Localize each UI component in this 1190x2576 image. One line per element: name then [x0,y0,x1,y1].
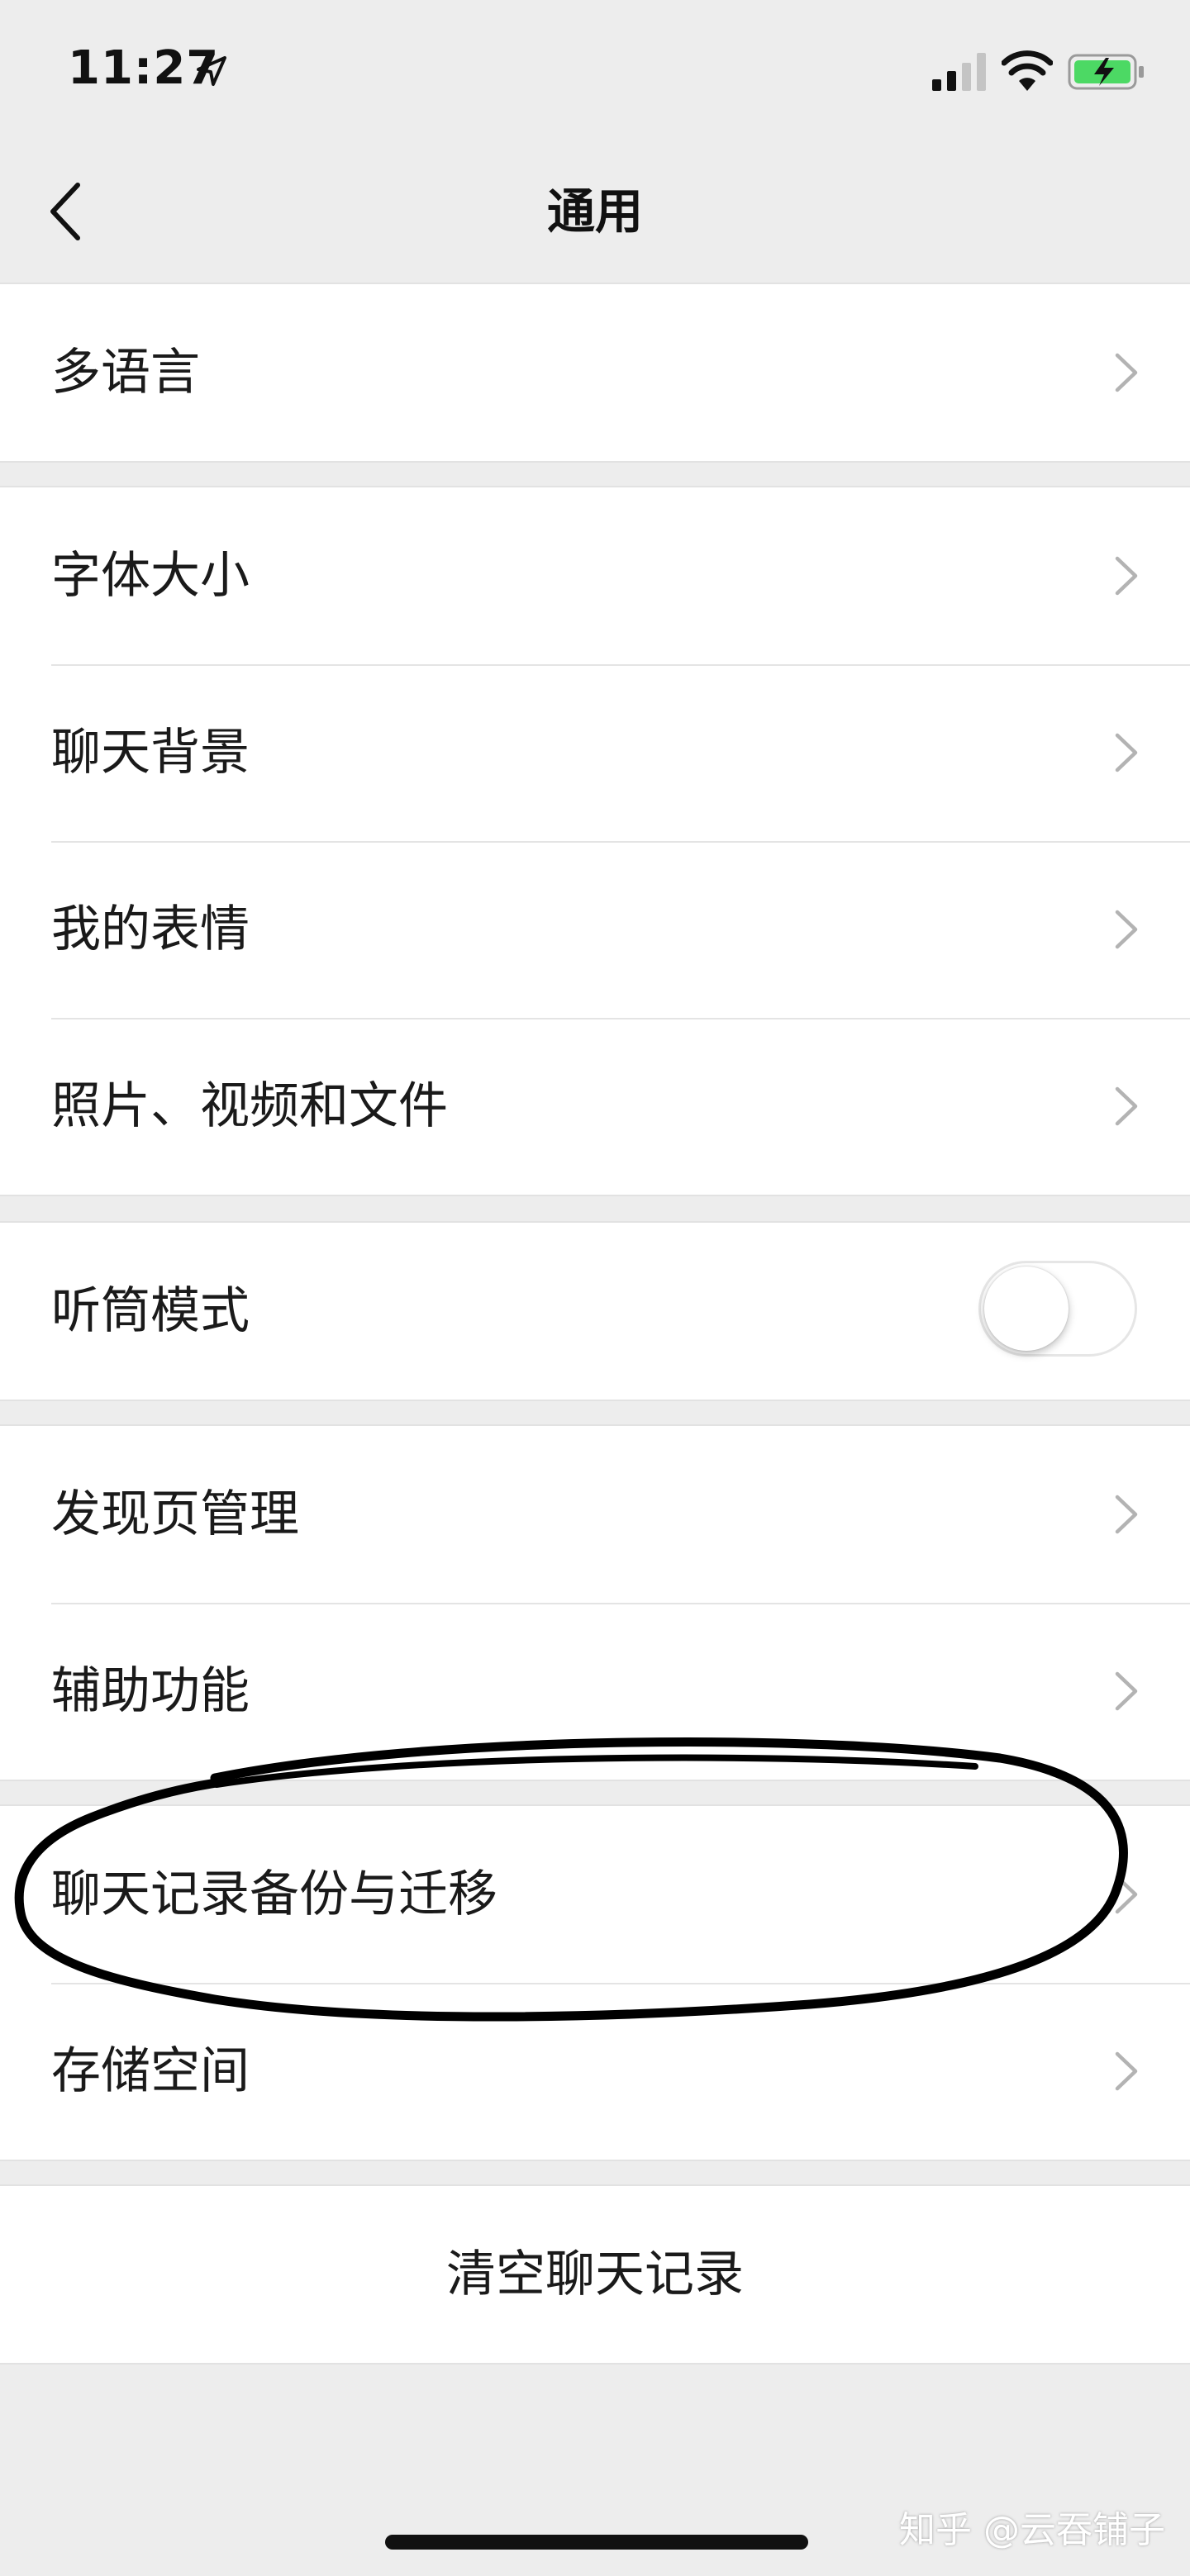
clear-chat-history-button[interactable]: 清空聊天记录 [0,2186,1190,2363]
settings-item-chat-background[interactable]: 聊天背景 [0,664,1190,841]
page-title: 通用 [546,183,643,240]
chevron-right-icon [1115,353,1138,392]
chevron-right-icon [1115,556,1138,596]
settings-item-discover-management[interactable]: 发现页管理 [0,1426,1190,1603]
settings-item-photos-videos-files[interactable]: 照片、视频和文件 [0,1018,1190,1195]
settings-item-my-stickers[interactable]: 我的表情 [0,841,1190,1018]
settings-item-label: 聊天记录备份与迁移 [51,1865,497,1923]
settings-item-label: 辅助功能 [51,1662,250,1720]
chevron-right-icon [1115,1495,1138,1534]
settings-group-earpiece: 听筒模式 [0,1221,1190,1401]
settings-item-label: 字体大小 [51,547,250,605]
settings-item-label: 我的表情 [51,901,250,958]
settings-group-discover: 发现页管理 辅助功能 [0,1424,1190,1781]
settings-item-label: 存储空间 [51,2042,250,2100]
settings-item-language[interactable]: 多语言 [0,284,1190,461]
nav-bar: 通用 [0,140,1190,283]
settings-item-accessibility[interactable]: 辅助功能 [0,1603,1190,1780]
home-indicator[interactable] [385,2535,808,2550]
chevron-right-icon [1115,1875,1138,1914]
settings-group-clear-chat: 清空聊天记录 [0,2184,1190,2365]
settings-group-language: 多语言 [0,283,1190,463]
battery-charging-icon [1068,54,1144,90]
status-bar: 11:27 [0,0,1190,140]
settings-item-label: 聊天背景 [51,724,250,782]
watermark: 知乎 @云吞铺子 [899,2509,1165,2551]
settings-item-earpiece-mode: 听筒模式 [0,1223,1190,1400]
chevron-right-icon [1115,733,1138,772]
settings-item-font-size[interactable]: 字体大小 [0,487,1190,664]
settings-group-display: 字体大小 聊天背景 我的表情 照片、视频和文件 [0,486,1190,1196]
chevron-right-icon [1115,2051,1138,2091]
clear-chat-history-label: 清空聊天记录 [446,2246,744,2303]
chevron-right-icon [1115,910,1138,949]
settings-item-storage[interactable]: 存储空间 [0,1983,1190,2160]
settings-item-label: 听筒模式 [51,1282,250,1340]
settings-item-label: 发现页管理 [51,1485,299,1543]
location-arrow-icon [197,56,226,86]
settings-item-label: 照片、视频和文件 [51,1077,448,1135]
earpiece-mode-toggle[interactable] [978,1261,1137,1357]
chevron-right-icon [1115,1086,1138,1126]
chevron-right-icon [1115,1671,1138,1711]
toggle-knob [984,1267,1069,1351]
settings-item-chat-backup-migrate[interactable]: 聊天记录备份与迁移 [0,1806,1190,1983]
cellular-signal-icon [932,53,986,91]
wifi-icon [1002,50,1053,91]
settings-group-storage: 聊天记录备份与迁移 存储空间 [0,1804,1190,2161]
settings-item-label: 多语言 [51,344,200,402]
chevron-left-icon[interactable] [43,172,93,251]
